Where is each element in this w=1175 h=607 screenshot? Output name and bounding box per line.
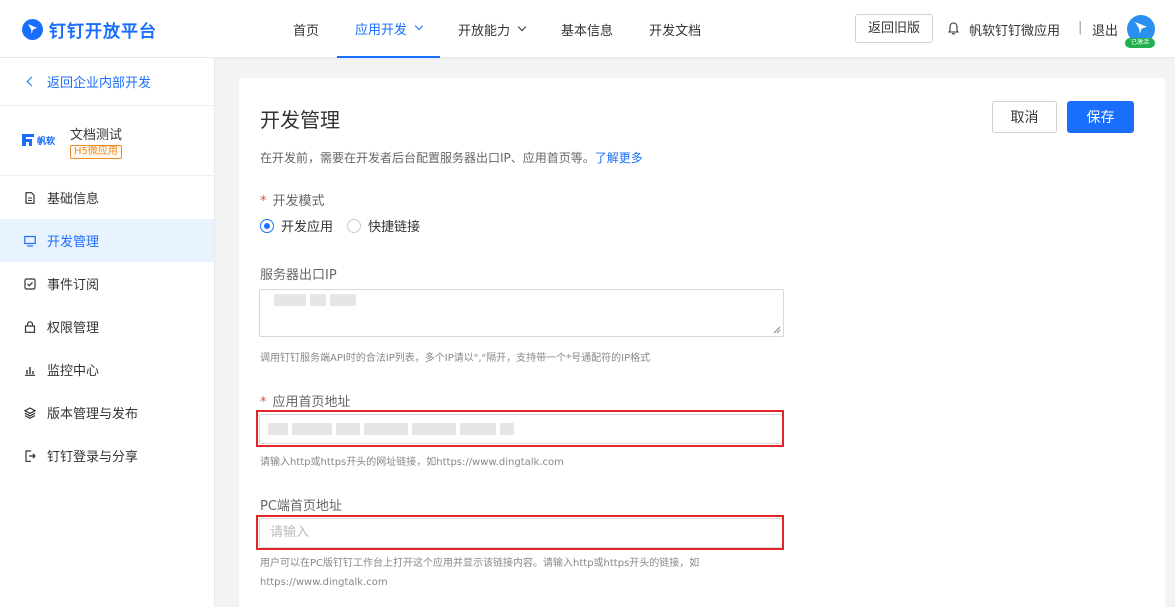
- homepage-url-input[interactable]: [259, 414, 783, 444]
- sidebar-item-version-release[interactable]: 版本管理与发布: [0, 391, 214, 434]
- redacted-value: [292, 423, 332, 435]
- dev-mode-radio-group: 开发应用 快捷链接: [260, 216, 434, 235]
- app-card: 帆软 文档测试 H5微应用: [0, 106, 214, 176]
- radio-label[interactable]: 开发应用: [281, 216, 333, 235]
- platform-logo[interactable]: 钉钉开放平台: [22, 17, 157, 42]
- nav-label: 应用开发: [355, 22, 408, 38]
- cancel-button[interactable]: 取消: [992, 101, 1057, 133]
- main-panel: 开发管理 取消 保存 在开发前，需要在开发者后台配置服务器出口IP、应用首页等。…: [239, 78, 1165, 607]
- homepage-hint: 请输入http或https开头的网址链接，如https://www.dingta…: [260, 457, 564, 468]
- homepage-label: * 应用首页地址: [260, 391, 351, 410]
- chevron-left-icon: [26, 76, 37, 87]
- learn-more-link[interactable]: 了解更多: [595, 151, 643, 165]
- redacted-value: [412, 423, 456, 435]
- required-mark: *: [260, 194, 267, 209]
- nav-label: 开发文档: [649, 23, 702, 39]
- redacted-value: [268, 423, 288, 435]
- pc-homepage-hint: 用户可以在PC版钉钉工作台上打开这个应用并显示该链接内容。请输入http或htt…: [260, 558, 700, 588]
- redacted-value: [500, 423, 514, 435]
- sidebar-item-label: 权限管理: [47, 321, 100, 336]
- bell-icon[interactable]: [948, 22, 959, 35]
- nav-home[interactable]: 首页: [275, 0, 337, 58]
- server-ip-label: 服务器出口IP: [260, 268, 337, 283]
- redacted-value: [336, 423, 360, 435]
- radio-label[interactable]: 快捷链接: [368, 216, 420, 235]
- server-ip-textarea[interactable]: [259, 289, 784, 337]
- sidebar-item-label: 事件订阅: [47, 278, 100, 293]
- nav-app-dev[interactable]: 应用开发: [337, 0, 441, 58]
- page-title: 开发管理: [260, 108, 340, 132]
- nav-label: 首页: [293, 23, 320, 39]
- lock-icon: [24, 320, 36, 333]
- sidebar-item-permissions[interactable]: 权限管理: [0, 305, 214, 348]
- logout-link[interactable]: 退出: [1092, 20, 1118, 39]
- layers-icon: [24, 406, 36, 419]
- sidebar-item-dev-management[interactable]: 开发管理: [0, 219, 214, 262]
- sidebar-item-label: 开发管理: [47, 235, 100, 250]
- app-type-tag: H5微应用: [70, 145, 122, 159]
- nav-label: 基本信息: [561, 23, 614, 39]
- share-icon: [25, 449, 36, 462]
- redacted-value: [310, 294, 326, 306]
- back-to-internal-dev-link[interactable]: 返回企业内部开发: [0, 58, 214, 106]
- description-text: 在开发前，需要在开发者后台配置服务器出口IP、应用首页等。: [260, 151, 595, 165]
- return-old-version-button[interactable]: 返回旧版: [855, 14, 933, 43]
- sidebar-item-label: 版本管理与发布: [47, 407, 139, 422]
- org-name[interactable]: 帆软钉钉微应用: [969, 20, 1060, 39]
- side-menu: 基础信息 开发管理 事件订阅 权限管理 监控中心 版本管理与发布 钉钉登录与分享: [0, 176, 214, 477]
- dingtalk-logo-icon: [22, 19, 43, 40]
- nav-basic-info[interactable]: 基本信息: [543, 0, 631, 58]
- redacted-value: [274, 294, 306, 306]
- pc-homepage-url-input[interactable]: 请输入: [259, 518, 783, 548]
- top-nav-bar: 钉钉开放平台 首页 应用开发 开放能力 基本信息 开发文档 返回旧版 帆软钉钉微…: [0, 0, 1175, 58]
- app-name: 文档测试: [70, 128, 123, 143]
- monitor-icon: [24, 235, 36, 247]
- server-ip-hint: 调用钉钉服务端API时的合法IP列表，多个IP请以","隔开，支持带一个*号通配…: [260, 353, 651, 364]
- radio-dev-app[interactable]: [260, 218, 274, 233]
- app-logo-text: 帆软: [37, 135, 56, 147]
- sidebar-item-label: 钉钉登录与分享: [47, 450, 139, 465]
- required-mark: *: [260, 395, 267, 410]
- sidebar-item-event-subscription[interactable]: 事件订阅: [0, 262, 214, 305]
- field-label: 应用首页地址: [272, 395, 351, 410]
- main-nav: 首页 应用开发 开放能力 基本信息 开发文档: [275, 0, 719, 58]
- save-button[interactable]: 保存: [1067, 101, 1134, 133]
- chevron-down-icon: [517, 22, 527, 32]
- page-description: 在开发前，需要在开发者后台配置服务器出口IP、应用首页等。了解更多: [260, 149, 643, 166]
- status-badge: 已激活: [1125, 38, 1155, 48]
- radio-quick-link[interactable]: [347, 218, 362, 233]
- sidebar-item-basic-info[interactable]: 基础信息: [0, 176, 214, 219]
- sidebar-item-label: 监控中心: [47, 364, 100, 379]
- nav-dev-docs[interactable]: 开发文档: [631, 0, 719, 58]
- back-link-label: 返回企业内部开发: [47, 76, 152, 91]
- chevron-down-icon: [414, 21, 424, 31]
- sidebar-item-monitoring[interactable]: 监控中心: [0, 348, 214, 391]
- document-icon: [25, 191, 35, 204]
- app-logo-icon: 帆软: [22, 134, 56, 147]
- field-label: 开发模式: [272, 194, 325, 209]
- check-square-icon: [24, 277, 36, 290]
- sidebar-item-label: 基础信息: [47, 192, 100, 207]
- redacted-value: [364, 423, 408, 435]
- bar-chart-icon: [25, 366, 35, 376]
- sidebar-item-login-share[interactable]: 钉钉登录与分享: [0, 434, 214, 477]
- nav-open-capabilities[interactable]: 开放能力: [440, 0, 543, 58]
- nav-label: 开放能力: [458, 23, 511, 39]
- redacted-value: [330, 294, 356, 306]
- divider: |: [1078, 20, 1083, 35]
- pc-homepage-label: PC端首页地址: [260, 499, 342, 514]
- logo-text: 钉钉开放平台: [49, 22, 157, 42]
- dev-mode-label: * 开发模式: [260, 190, 325, 209]
- sidebar: 返回企业内部开发 帆软 文档测试 H5微应用 基础信息 开发管理 事件订阅 权限…: [0, 58, 215, 607]
- resize-handle-icon[interactable]: [773, 326, 781, 334]
- input-placeholder: 请输入: [270, 525, 310, 540]
- redacted-value: [460, 423, 496, 435]
